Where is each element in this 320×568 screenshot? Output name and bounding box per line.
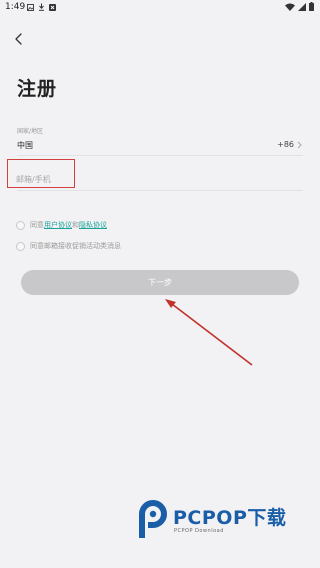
battery-icon — [309, 2, 314, 11]
watermark: PCPOP下载 PCPOP Download — [137, 500, 286, 542]
status-bar: 1:49 — [0, 0, 320, 14]
marketing-checkbox[interactable] — [16, 241, 25, 251]
user-agreement-link[interactable]: 用户协议 — [44, 220, 72, 230]
agreement-and: 和 — [72, 221, 79, 229]
notification-icons — [27, 3, 56, 11]
chevron-left-icon — [15, 33, 22, 45]
next-button[interactable]: 下一步 — [21, 270, 299, 295]
agreement-row: 同意 用户协议 和 隐私协议 — [16, 219, 107, 231]
region-code: +86 — [277, 140, 294, 149]
chevron-right-icon — [297, 141, 302, 149]
region-label: 国家/地区 — [17, 128, 44, 135]
watermark-brand: PCPOP下载 — [173, 507, 287, 529]
download-icon — [39, 3, 44, 11]
app-notification-icon — [49, 3, 56, 11]
marketing-row: 同意邮箱接收促销活动类消息 — [16, 240, 121, 252]
email-phone-input[interactable] — [16, 173, 216, 185]
signal-icon — [298, 2, 306, 11]
input-divider — [17, 190, 303, 191]
wifi-icon — [285, 3, 295, 11]
system-icons — [285, 2, 314, 11]
back-button[interactable] — [8, 28, 30, 50]
region-selector[interactable]: 中国 +86 — [17, 137, 302, 153]
agreement-checkbox[interactable] — [16, 220, 25, 230]
gallery-notification-icon — [27, 3, 34, 11]
agreement-prefix: 同意 — [30, 221, 44, 229]
region-country: 中国 — [17, 141, 33, 150]
privacy-agreement-link[interactable]: 隐私协议 — [79, 220, 107, 230]
region-divider — [17, 155, 303, 156]
status-time: 1:49 — [5, 2, 26, 12]
pcpop-logo-icon — [139, 500, 167, 538]
marketing-label: 同意邮箱接收促销活动类消息 — [30, 242, 121, 250]
page-title: 注册 — [17, 78, 58, 100]
